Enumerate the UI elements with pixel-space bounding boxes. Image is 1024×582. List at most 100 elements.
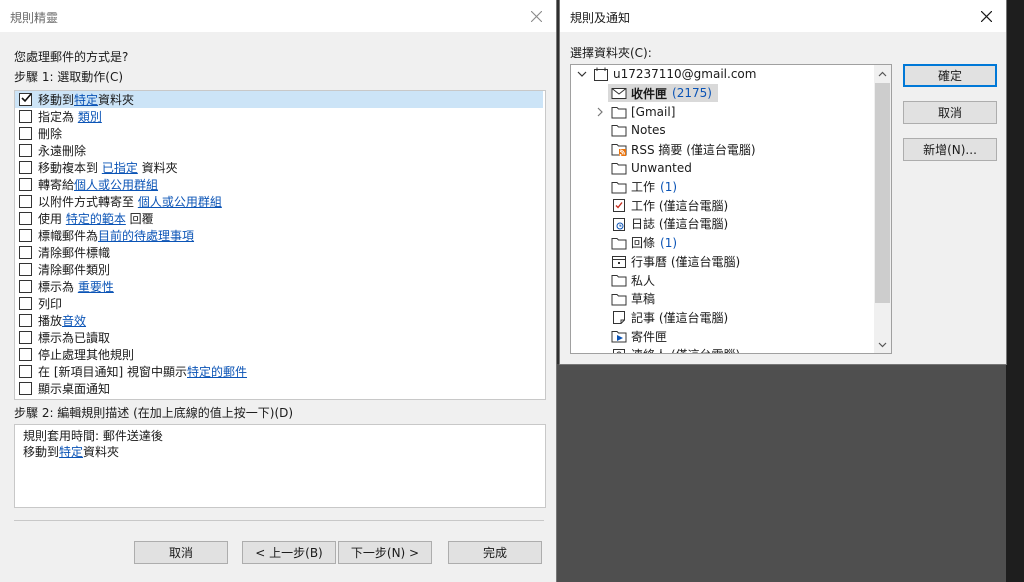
new-folder-button[interactable]: 新增(N)... [903, 138, 997, 161]
tree-scrollbar[interactable] [874, 65, 891, 353]
action-item[interactable]: 標示為已讀取 [15, 329, 543, 346]
action-label: 標幟郵件為目前的待處理事項 [38, 227, 194, 244]
action-checkbox[interactable] [19, 161, 32, 174]
action-text: 轉寄給 [38, 178, 75, 192]
ok-button[interactable]: 確定 [903, 64, 997, 87]
action-checkbox[interactable] [19, 110, 32, 123]
folder-item[interactable]: 工作 (1) [611, 178, 677, 196]
folder-item[interactable]: 草稿 [611, 290, 655, 308]
next-button[interactable]: 下一步(N) > [338, 541, 432, 564]
value-link[interactable]: 特定的範本 [66, 212, 126, 226]
chevron-right-icon[interactable] [595, 107, 605, 117]
action-item[interactable]: 永遠刪除 [15, 142, 543, 159]
folders-cancel-button[interactable]: 取消 [903, 101, 997, 124]
action-checkbox[interactable] [19, 314, 32, 327]
folder-item[interactable]: 日誌 (僅這台電腦) [611, 215, 728, 233]
action-checkbox[interactable] [19, 280, 32, 293]
action-checkbox[interactable] [19, 348, 32, 361]
action-item[interactable]: 轉寄給個人或公用群組 [15, 176, 543, 193]
value-link[interactable]: 已指定 [102, 161, 138, 175]
value-link[interactable]: 特定的郵件 [187, 365, 247, 379]
action-checkbox[interactable] [19, 331, 32, 344]
value-link[interactable]: 個人或公用群組 [138, 195, 222, 209]
action-item[interactable]: 移動到特定資料夾 [15, 91, 543, 108]
folder-item[interactable]: RSS 摘要 (僅這台電腦) [611, 140, 756, 158]
value-link[interactable]: 類別 [78, 110, 102, 124]
folder-item[interactable]: 私人 [611, 271, 655, 289]
folders-close-button[interactable] [966, 0, 1006, 32]
action-item[interactable]: 清除郵件類別 [15, 261, 543, 278]
folder-item[interactable]: 收件匣 (2175) [611, 84, 712, 102]
contacts-icon [613, 348, 625, 353]
value-link[interactable]: 音效 [62, 314, 86, 328]
action-item[interactable]: 顯示桌面通知 [15, 380, 543, 397]
folder-name: 工作 [631, 180, 656, 194]
finish-button[interactable]: 完成 [448, 541, 542, 564]
value-link[interactable]: 特定 [59, 445, 83, 459]
rule-description-box[interactable]: 規則套用時間: 郵件送達後 移動到特定資料夾 [14, 424, 546, 508]
action-checkbox[interactable] [19, 212, 32, 225]
action-item[interactable]: 清除郵件標幟 [15, 244, 543, 261]
action-item[interactable]: 使用 特定的範本 回覆 [15, 210, 543, 227]
folder-item[interactable]: 連絡人 (僅這台電腦) [611, 346, 740, 353]
action-checkbox[interactable] [19, 365, 32, 378]
folder-name: Unwanted [631, 160, 692, 175]
folder-icon [611, 162, 627, 175]
folder-item[interactable]: 記事 (僅這台電腦) [611, 308, 728, 326]
action-label: 永遠刪除 [38, 142, 86, 159]
folder-name: 日誌 (僅這台電腦) [631, 217, 729, 232]
action-checkbox[interactable] [19, 144, 32, 157]
action-item[interactable]: 以附件方式轉寄至 個人或公用群組 [15, 193, 543, 210]
folder-item[interactable]: 行事曆 (僅這台電腦) [611, 252, 740, 270]
value-link[interactable]: 重要性 [78, 280, 114, 294]
folder-item[interactable]: Unwanted [611, 159, 692, 177]
folder-item[interactable]: 回條 (1) [611, 234, 677, 252]
scroll-up-button[interactable] [874, 65, 891, 82]
action-item[interactable]: 播放音效 [15, 312, 543, 329]
value-link[interactable]: 特定 [74, 93, 98, 107]
account-name: u17237110@gmail.com [613, 67, 757, 81]
chevron-down-icon[interactable] [577, 69, 587, 79]
action-item[interactable]: 在 [新項目通知] 視窗中顯示特定的郵件 [15, 363, 543, 380]
action-checkbox[interactable] [19, 297, 32, 310]
folders-title: 規則及通知 [570, 11, 631, 25]
action-text: 標示為已讀取 [38, 331, 111, 345]
folder-item[interactable]: Notes [611, 121, 666, 139]
action-item[interactable]: 停止處理其他規則 [15, 346, 543, 363]
value-link[interactable]: 目前的待處理事項 [98, 229, 194, 243]
action-checkbox[interactable] [19, 127, 32, 140]
scroll-thumb[interactable] [875, 83, 890, 303]
folder-item[interactable]: 工作 (僅這台電腦) [611, 196, 728, 214]
unread-count: (1) [660, 235, 678, 250]
back-button[interactable]: < 上一步(B) [242, 541, 336, 564]
action-checkbox[interactable] [19, 195, 32, 208]
tree-account-row[interactable]: u17237110@gmail.com [577, 65, 756, 83]
wizard-close-button[interactable] [516, 0, 556, 32]
action-checkbox[interactable] [19, 93, 32, 106]
action-item[interactable]: 移動複本到 已指定 資料夾 [15, 159, 543, 176]
action-item[interactable]: 標示為 重要性 [15, 278, 543, 295]
action-text: 資料夾 [98, 93, 135, 107]
action-item[interactable]: 刪除 [15, 125, 543, 142]
folder-name: [Gmail] [631, 104, 676, 119]
action-item[interactable]: 列印 [15, 295, 543, 312]
action-checkbox[interactable] [19, 178, 32, 191]
scroll-down-button[interactable] [874, 336, 891, 353]
action-checkbox[interactable] [19, 263, 32, 276]
action-label: 標示為已讀取 [38, 329, 110, 346]
action-checkbox[interactable] [19, 246, 32, 259]
action-item[interactable]: 標幟郵件為目前的待處理事項 [15, 227, 543, 244]
folder-name: 回條 [631, 236, 656, 251]
action-item[interactable]: 指定為 類別 [15, 108, 543, 125]
folder-tree[interactable]: u17237110@gmail.com 收件匣 (2175) [Gmail] Note… [570, 64, 892, 354]
folder-item[interactable]: [Gmail] [597, 103, 676, 121]
checkmark-icon [21, 93, 32, 103]
folder-item[interactable]: 寄件匣 [611, 327, 667, 345]
action-checkbox[interactable] [19, 229, 32, 242]
wizard-cancel-button[interactable]: 取消 [134, 541, 228, 564]
action-label: 刪除 [38, 125, 62, 142]
action-text: 移動到 [23, 445, 60, 459]
value-link[interactable]: 個人或公用群組 [74, 178, 158, 192]
action-list[interactable]: 移動到特定資料夾 指定為 類別 刪除 永遠刪除 移動複本到 已指定 資料夾 轉寄給個人或公… [14, 90, 546, 400]
action-checkbox[interactable] [19, 382, 32, 395]
